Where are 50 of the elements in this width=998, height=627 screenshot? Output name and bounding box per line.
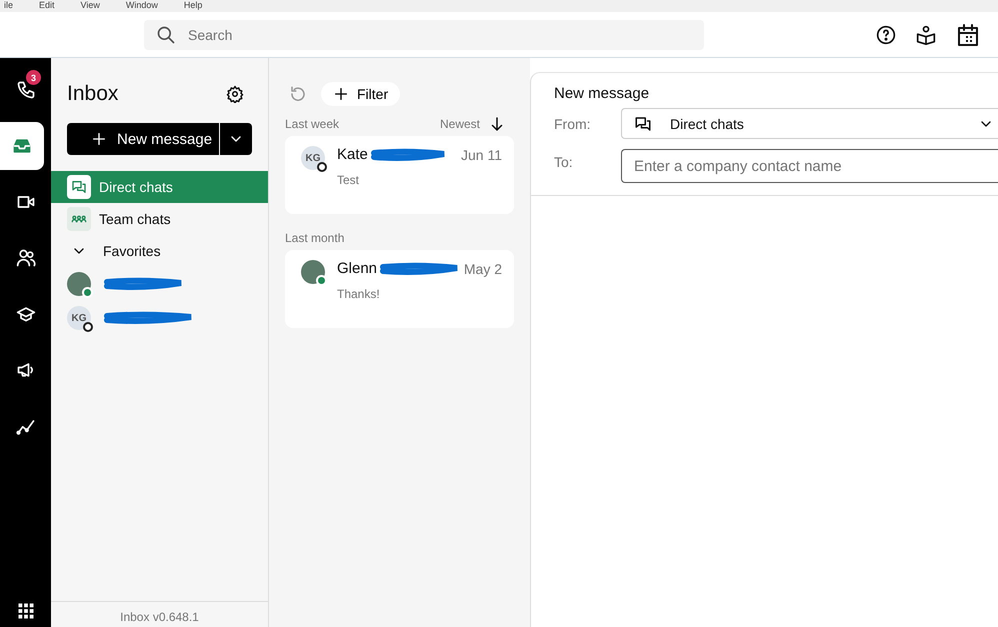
nav-button[interactable]: 3 xyxy=(0,62,51,118)
message-date: Jun 11 xyxy=(461,146,502,162)
calendar-icon[interactable] xyxy=(956,22,980,46)
plus-icon xyxy=(333,86,349,102)
message-preview: Test xyxy=(337,173,360,187)
phone-icon xyxy=(16,80,36,100)
inbox-title: Inbox xyxy=(67,82,118,106)
message-preview: Thanks! xyxy=(337,287,381,301)
conversation-card[interactable]: KG Kate Jun 11 Test xyxy=(285,136,514,214)
sort-button[interactable]: Newest xyxy=(440,115,514,133)
notification-badge: 3 xyxy=(26,70,41,85)
apps-grid-icon xyxy=(16,602,34,620)
search-icon xyxy=(156,24,176,44)
contact-name: Glenn xyxy=(337,260,378,277)
menu-item[interactable]: Edit xyxy=(39,0,55,12)
group-label: Last week xyxy=(285,117,340,131)
plus-icon xyxy=(91,131,107,147)
compose-title: New message xyxy=(554,85,650,102)
avatar-photo-placeholder xyxy=(67,272,91,296)
people-icon xyxy=(16,248,36,268)
avatar-initials: KG xyxy=(67,306,91,330)
avatar-photo-placeholder xyxy=(301,260,325,284)
menu-item[interactable]: Window xyxy=(126,0,158,12)
menu-item[interactable]: ile xyxy=(4,0,14,12)
refresh-icon[interactable] xyxy=(289,85,307,103)
chat-bubbles-icon xyxy=(71,179,87,195)
from-label: From: xyxy=(554,116,592,132)
chat-bubbles-icon xyxy=(634,114,652,132)
menu-item[interactable]: View xyxy=(80,0,100,12)
search-field[interactable]: Search xyxy=(144,20,704,50)
message-date: May 2 xyxy=(464,260,502,276)
book-person-icon[interactable] xyxy=(916,24,936,44)
favorites-toggle[interactable]: Favorites xyxy=(51,235,268,267)
help-icon[interactable] xyxy=(876,24,896,44)
new-message-dropdown-button[interactable] xyxy=(220,123,252,155)
group-label: Last month xyxy=(285,231,344,245)
to-label: To: xyxy=(554,154,574,170)
conversation-card[interactable]: Glenn May 2 Thanks! xyxy=(285,250,514,328)
favorites-label: Favorites xyxy=(103,243,161,259)
new-message-button[interactable]: New message xyxy=(67,123,219,155)
menu-item[interactable]: Help xyxy=(184,0,202,12)
sidebar-item[interactable]: Direct chats xyxy=(51,171,268,203)
settings-icon[interactable] xyxy=(226,85,244,103)
from-dropdown[interactable]: Direct chats xyxy=(621,108,998,139)
avatar-initials: KG xyxy=(301,146,325,170)
sidebar-item[interactable]: Team chats xyxy=(51,203,268,235)
contact-name: Kate xyxy=(337,146,368,163)
version-label: Inbox v0.648.1 xyxy=(51,601,268,627)
filter-button[interactable]: Filter xyxy=(321,82,400,106)
recipient-input-field[interactable]: Enter a company contact name xyxy=(621,149,998,183)
